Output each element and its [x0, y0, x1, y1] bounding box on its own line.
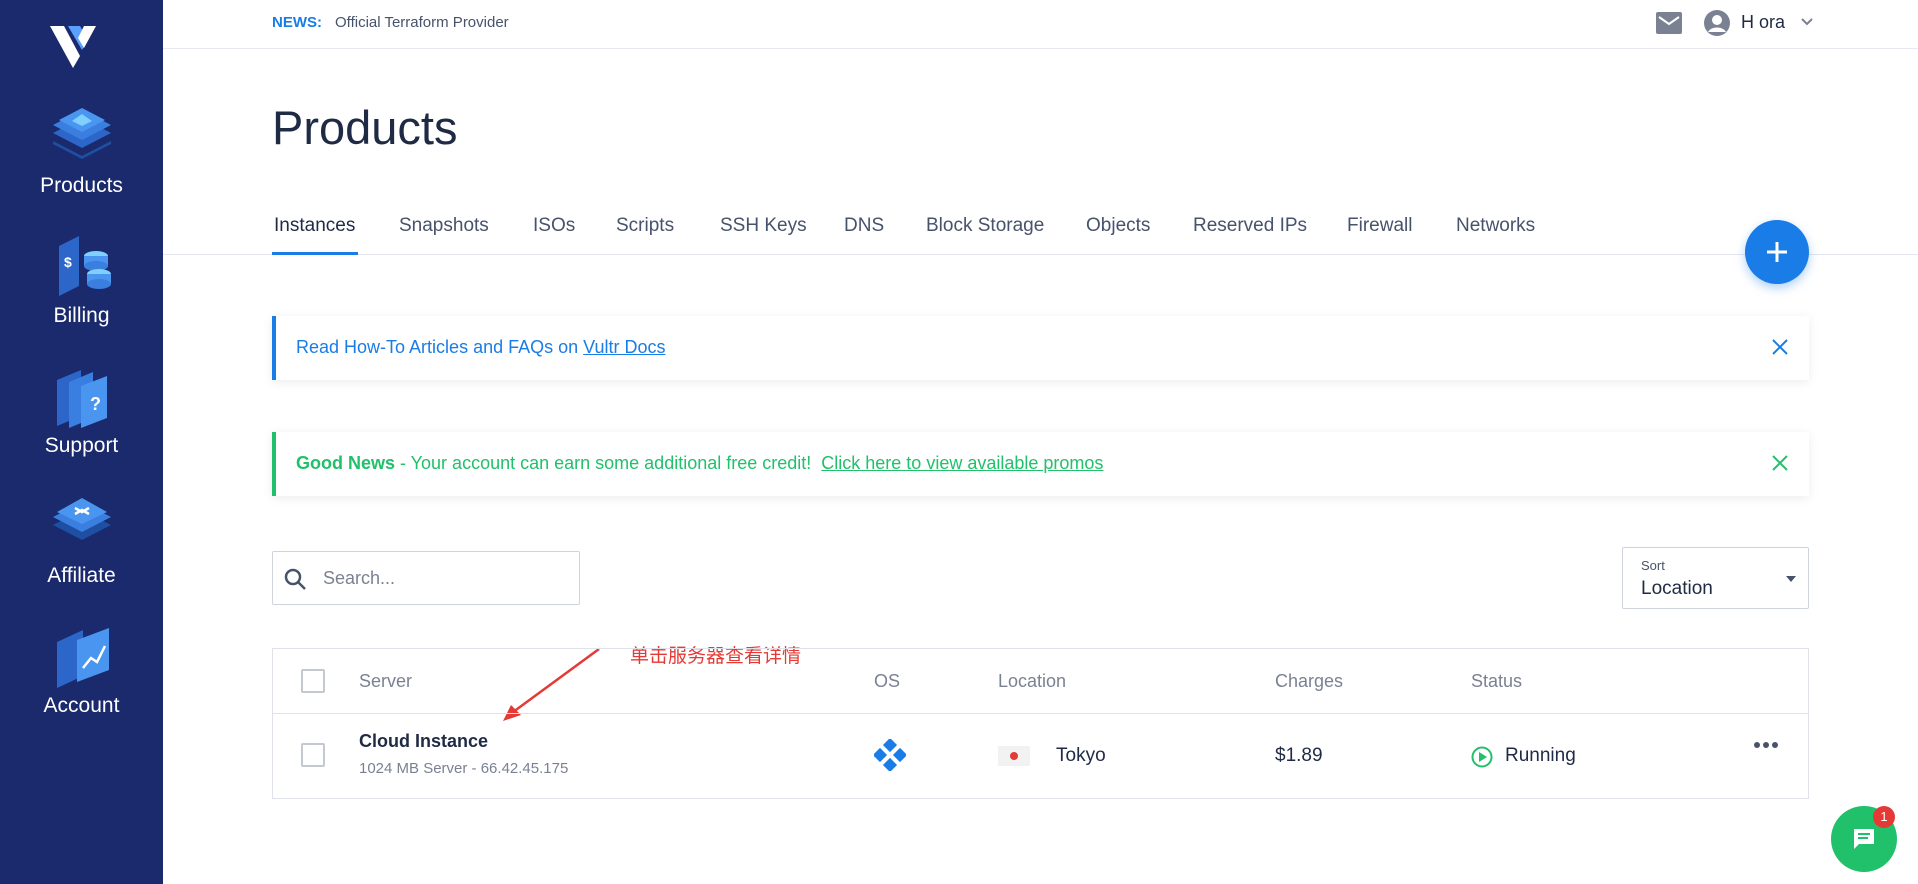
header-location[interactable]: Location	[998, 671, 1066, 692]
sort-label: Sort	[1641, 558, 1665, 573]
deploy-button[interactable]	[1745, 220, 1809, 284]
caret-down-icon	[1786, 576, 1796, 582]
promo-banner-text: - Your account can earn some additional …	[395, 453, 822, 473]
sort-value: Location	[1641, 578, 1713, 599]
account-icon	[56, 628, 109, 688]
chat-notification-badge: 1	[1873, 806, 1895, 828]
status-value: Running	[1505, 745, 1576, 766]
sidebar-item-billing[interactable]: $ Billing	[0, 230, 163, 355]
sidebar-item-products[interactable]: Products	[0, 100, 163, 225]
os-icon	[874, 739, 906, 771]
sidebar-item-label: Account	[43, 694, 120, 717]
instances-table: Server OS Location Charges Status Cloud …	[272, 648, 1809, 799]
close-icon[interactable]	[1771, 454, 1789, 472]
chevron-down-icon[interactable]	[1800, 16, 1814, 28]
tab-networks[interactable]: Networks	[1456, 215, 1535, 237]
docs-banner: Read How-To Articles and FAQs on Vultr D…	[272, 316, 1809, 380]
promo-banner: Good News - Your account can earn some a…	[272, 432, 1809, 496]
billing-icon: $	[58, 236, 111, 296]
vultr-docs-link[interactable]: Vultr Docs	[583, 337, 665, 357]
active-tab-indicator	[272, 252, 358, 255]
docs-banner-text: Read How-To Articles and FAQs on	[296, 337, 584, 357]
server-name-link[interactable]: Cloud Instance	[359, 731, 488, 752]
table-row[interactable]: Cloud Instance 1024 MB Server - 66.42.45…	[273, 714, 1808, 799]
user-avatar-icon[interactable]	[1703, 9, 1731, 37]
promo-banner-title: Good News	[296, 453, 396, 473]
japan-flag-icon	[998, 746, 1030, 766]
tab-scripts[interactable]: Scripts	[616, 215, 674, 237]
mail-icon[interactable]	[1656, 12, 1682, 34]
close-icon[interactable]	[1771, 338, 1789, 356]
sidebar-item-account[interactable]: Account	[0, 620, 163, 745]
tab-firewall[interactable]: Firewall	[1347, 215, 1412, 237]
search-box	[272, 551, 580, 605]
sort-select[interactable]: Sort Location	[1622, 547, 1809, 609]
svg-text:?: ?	[90, 394, 101, 414]
header-status[interactable]: Status	[1471, 671, 1522, 692]
search-input[interactable]	[323, 564, 563, 592]
tab-block-storage[interactable]: Block Storage	[926, 215, 1044, 237]
chat-icon	[1854, 829, 1874, 849]
page-title: Products	[272, 101, 458, 154]
svg-text:$: $	[64, 254, 72, 270]
sidebar: Products $ Billing ? Support Affiliate A…	[0, 0, 163, 884]
support-icon: ?	[56, 370, 107, 428]
select-all-checkbox[interactable]	[301, 669, 325, 693]
tab-dns[interactable]: DNS	[844, 215, 884, 237]
server-details: 1024 MB Server - 66.42.45.175	[359, 760, 569, 777]
table-header: Server OS Location Charges Status	[273, 649, 1808, 714]
tab-bar: Instances Snapshots ISOs Scripts SSH Key…	[163, 205, 1918, 255]
tab-isos[interactable]: ISOs	[533, 215, 575, 237]
sidebar-item-label: Affiliate	[47, 564, 116, 587]
header-charges[interactable]: Charges	[1275, 671, 1343, 692]
header-server[interactable]: Server	[359, 671, 412, 692]
running-status-icon	[1471, 746, 1493, 768]
top-bar: NEWS: Official Terraform Provider H ora	[163, 0, 1918, 49]
row-checkbox[interactable]	[301, 743, 325, 767]
charges-value: $1.89	[1275, 745, 1323, 766]
tab-snapshots[interactable]: Snapshots	[399, 215, 489, 237]
affiliate-icon	[52, 498, 111, 540]
tab-reserved-ips[interactable]: Reserved IPs	[1193, 215, 1307, 237]
sidebar-item-support[interactable]: ? Support	[0, 360, 163, 485]
tab-ssh-keys[interactable]: SSH Keys	[720, 215, 807, 237]
news-tag: NEWS:	[272, 14, 322, 31]
more-options-icon[interactable]	[1753, 740, 1779, 750]
plus-icon	[1767, 242, 1787, 262]
header-os[interactable]: OS	[874, 671, 900, 692]
location-value: Tokyo	[1056, 745, 1106, 766]
sidebar-item-label: Billing	[53, 304, 110, 327]
vultr-logo[interactable]	[50, 22, 106, 74]
sidebar-item-label: Support	[44, 434, 119, 457]
user-menu[interactable]: H ora	[1741, 12, 1785, 33]
tab-instances[interactable]: Instances	[274, 215, 355, 237]
news-link[interactable]: Official Terraform Provider	[335, 14, 509, 31]
sidebar-item-affiliate[interactable]: Affiliate	[0, 490, 163, 615]
sidebar-item-label: Products	[40, 174, 123, 197]
search-icon	[284, 568, 306, 590]
promo-link[interactable]: Click here to view available promos	[821, 453, 1103, 473]
tab-objects[interactable]: Objects	[1086, 215, 1150, 237]
products-icon	[52, 108, 111, 159]
